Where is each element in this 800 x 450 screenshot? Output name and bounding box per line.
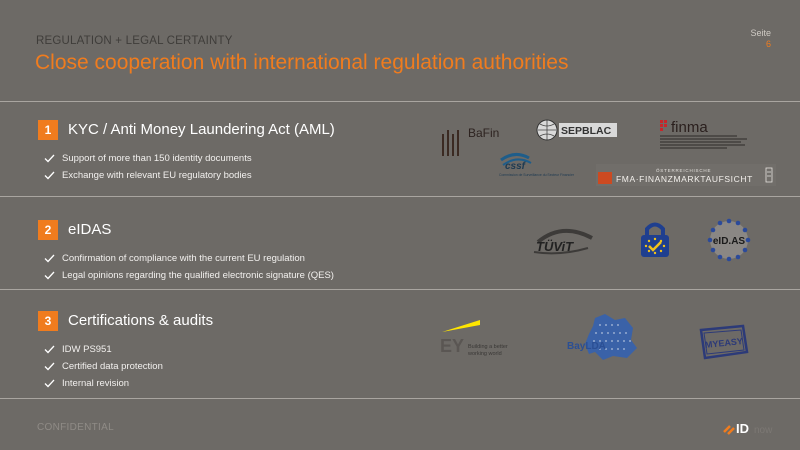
divider-bottom <box>0 398 800 399</box>
bullet-text: IDW PS951 <box>62 344 112 355</box>
checkmark-icon <box>44 271 55 280</box>
bullet-item: Confirmation of compliance with the curr… <box>44 250 334 267</box>
bullet-list: Confirmation of compliance with the curr… <box>44 250 334 284</box>
section-title: eIDAS <box>68 221 112 238</box>
brand-logo: ID now <box>723 421 773 436</box>
finma-logo: finma <box>660 119 747 149</box>
page-number: 6 <box>765 39 771 49</box>
slide: REGULATION + LEGAL CERTAINTY Close coope… <box>0 0 800 450</box>
checkmark-icon <box>44 379 55 388</box>
bullet-item: Certified data protection <box>44 358 163 375</box>
cssf-logo: cssf Commission de Surveillance du Secte… <box>499 153 575 177</box>
bullet-text: Support of more than 150 identity docume… <box>62 153 252 164</box>
bullet-item: Exchange with relevant EU regulatory bod… <box>44 167 252 184</box>
page-label: Seite <box>750 28 771 38</box>
checkmark-icon <box>44 362 55 371</box>
ey-text: EY <box>440 336 464 356</box>
bullet-list: IDW PS951 Certified data protection Inte… <box>44 341 163 392</box>
bullet-text: Legal opinions regarding the qualified e… <box>62 270 334 281</box>
checkmark-icon <box>44 154 55 163</box>
sepblac-logo: SEPBLAC <box>536 119 617 141</box>
finma-text: finma <box>671 119 708 136</box>
bullet-item: Internal revision <box>44 375 163 392</box>
eidas-logo: eID.AS <box>707 218 751 262</box>
divider-top <box>0 101 800 102</box>
bafin-text: BaFin <box>468 126 499 140</box>
stamp-text: MYEASY <box>704 336 743 350</box>
bullet-text: Internal revision <box>62 378 130 389</box>
section-number-badge: 3 <box>38 311 58 331</box>
section-title: KYC / Anti Money Laundering Act (AML) <box>68 121 335 138</box>
bullet-text: Confirmation of compliance with the curr… <box>62 253 305 264</box>
fma-small-text: ÖSTERREICHISCHE <box>656 167 711 173</box>
bullet-text: Exchange with relevant EU regulatory bod… <box>62 170 252 181</box>
ey-tagline-1: Building a better <box>468 344 508 350</box>
sepblac-text: SEPBLAC <box>561 125 612 137</box>
confidential-label: CONFIDENTIAL <box>37 422 114 433</box>
slide-title: Close cooperation with international reg… <box>35 51 569 74</box>
baylda-logo: BayLDA <box>567 314 637 360</box>
section-number-badge: 1 <box>38 120 58 140</box>
slide-subtitle: REGULATION + LEGAL CERTAINTY <box>36 35 233 47</box>
bullet-item: Legal opinions regarding the qualified e… <box>44 267 334 284</box>
section-number-badge: 2 <box>38 220 58 240</box>
eidas-text: eID.AS <box>713 236 746 247</box>
bullet-text: Certified data protection <box>62 361 163 372</box>
cssf-text: cssf <box>505 161 527 172</box>
bullet-list: Support of more than 150 identity docume… <box>44 150 252 184</box>
bullet-item: IDW PS951 <box>44 341 163 358</box>
brand-mark: ID <box>736 421 749 436</box>
checkmark-icon <box>44 345 55 354</box>
fma-text: FMA·FINANZMARKTAUFSICHT <box>616 174 753 184</box>
checkmark-icon <box>44 171 55 180</box>
divider-2 <box>0 289 800 290</box>
divider-1 <box>0 196 800 197</box>
tuvit-logo: TÜViT <box>533 229 593 255</box>
cssf-caption: Commission de Surveillance du Secteur Fi… <box>499 173 575 177</box>
bullet-item: Support of more than 150 identity docume… <box>44 150 252 167</box>
checkmark-icon <box>44 254 55 263</box>
baylda-text: BayLDA <box>567 341 606 352</box>
page-indicator: Seite 6 <box>750 28 771 50</box>
fma-logo: ÖSTERREICHISCHE FMA·FINANZMARKTAUFSICHT <box>596 164 776 186</box>
section-title: Certifications & audits <box>68 312 214 329</box>
brand-suffix: now <box>754 425 773 436</box>
ey-tagline-2: working world <box>467 351 502 357</box>
eu-trust-padlock-icon <box>641 222 669 257</box>
ey-logo: EY Building a better working world <box>440 320 508 357</box>
certification-stamp-logo: MYEASY <box>699 324 749 360</box>
